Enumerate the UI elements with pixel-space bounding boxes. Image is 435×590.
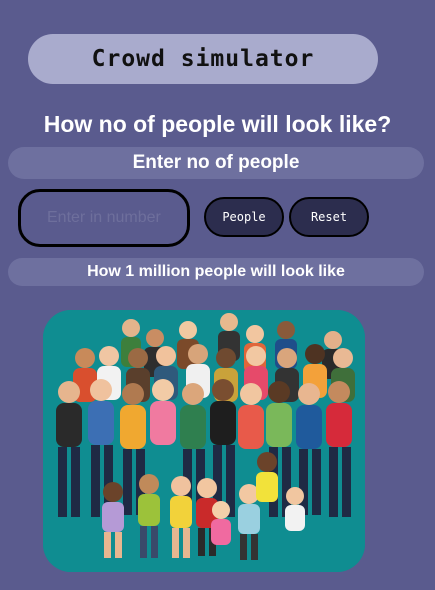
result-label: How 1 million people will look like (8, 258, 424, 286)
crowd-image (43, 310, 365, 572)
people-count-input[interactable] (18, 189, 190, 247)
app-title: Crowd simulator (91, 46, 315, 72)
crowd-illustration (43, 310, 365, 572)
enter-people-label: Enter no of people (8, 147, 424, 179)
app-title-banner: Crowd simulator (28, 34, 378, 84)
reset-button[interactable]: Reset (289, 197, 369, 237)
people-button[interactable]: People (204, 197, 284, 237)
page-heading: How no of people will look like? (43, 111, 392, 137)
